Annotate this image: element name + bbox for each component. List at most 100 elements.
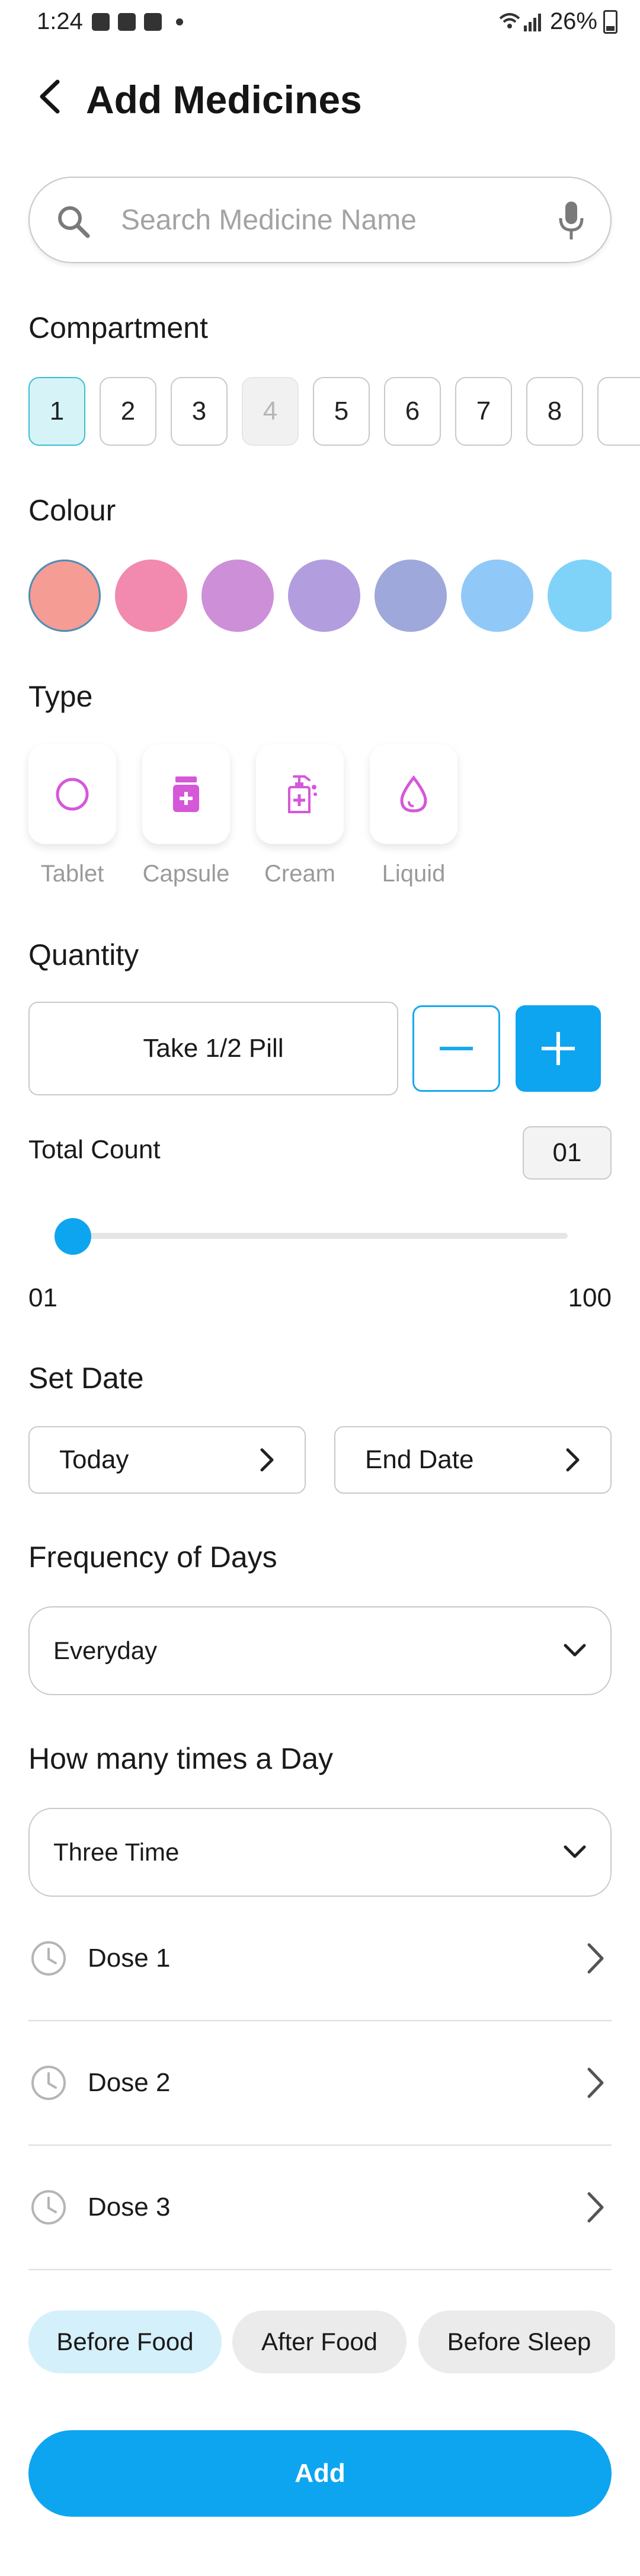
dose-row-1[interactable]: Dose 1 xyxy=(28,1897,612,2021)
total-count-slider-track[interactable] xyxy=(71,1233,568,1239)
compartment-5[interactable]: 5 xyxy=(313,377,370,446)
compartment-3[interactable]: 3 xyxy=(171,377,228,446)
food-timing-selector: Before Food After Food Before Sleep xyxy=(28,2310,615,2376)
start-date-label: Today xyxy=(59,1445,129,1474)
quantity-field[interactable]: Take 1/2 Pill xyxy=(28,1002,398,1095)
colour-swatch-2[interactable] xyxy=(115,560,187,632)
more-notifications-icon xyxy=(176,18,183,25)
chevron-down-icon xyxy=(564,1845,586,1858)
chevron-right-icon xyxy=(260,1448,274,1472)
frequency-dropdown[interactable]: Everyday xyxy=(28,1606,612,1695)
compartment-9[interactable] xyxy=(597,377,640,446)
status-bar: 1:24 26% xyxy=(0,0,640,49)
back-arrow-icon xyxy=(40,79,60,114)
clock-icon xyxy=(31,1941,66,1976)
chevron-right-icon xyxy=(587,1943,604,1974)
compartment-1[interactable]: 1 xyxy=(28,377,85,446)
search-input[interactable] xyxy=(121,199,559,241)
type-label: Type xyxy=(28,680,93,713)
type-cream[interactable]: Cream xyxy=(256,744,344,887)
type-cream-label: Cream xyxy=(264,861,336,887)
search-bar[interactable] xyxy=(28,177,612,263)
frequency-label: Frequency of Days xyxy=(28,1541,277,1574)
type-tablet[interactable]: Tablet xyxy=(28,744,116,887)
type-selector: Tablet Capsule Cream Liquid xyxy=(28,744,621,893)
slider-max-label: 100 xyxy=(568,1283,612,1312)
notification-icons xyxy=(92,13,183,31)
battery-icon xyxy=(603,9,617,34)
total-count-value[interactable]: 01 xyxy=(523,1126,612,1180)
chip-before-food[interactable]: Before Food xyxy=(28,2310,222,2373)
medicine-bottle-icon xyxy=(173,776,199,812)
total-count-slider-thumb[interactable] xyxy=(55,1218,91,1255)
colour-swatch-6[interactable] xyxy=(461,560,533,632)
clock-icon xyxy=(31,2190,66,2225)
times-per-day-dropdown[interactable]: Three Time xyxy=(28,1808,612,1897)
type-capsule-card[interactable] xyxy=(142,744,230,844)
slider-min-label: 01 xyxy=(28,1283,57,1312)
dose-row-2[interactable]: Dose 2 xyxy=(28,2021,612,2146)
compartment-7[interactable]: 7 xyxy=(455,377,512,446)
chevron-right-icon xyxy=(587,2192,604,2223)
compartment-4: 4 xyxy=(242,377,299,446)
clock-icon xyxy=(31,2066,66,2100)
colour-swatch-3[interactable] xyxy=(201,560,274,632)
dose-label: Dose 3 xyxy=(88,2193,171,2222)
page-title: Add Medicines xyxy=(86,78,362,122)
quantity-label: Quantity xyxy=(28,938,139,971)
type-capsule-label: Capsule xyxy=(142,861,230,887)
chevron-right-icon xyxy=(566,1448,580,1472)
times-per-day-label: How many times a Day xyxy=(28,1742,334,1775)
times-per-day-value: Three Time xyxy=(53,1838,180,1866)
compartment-2[interactable]: 2 xyxy=(100,377,156,446)
task-notification-icon xyxy=(144,13,162,31)
colour-label: Colour xyxy=(28,494,116,527)
type-tablet-card[interactable] xyxy=(28,744,116,844)
quantity-increment-button[interactable] xyxy=(516,1005,601,1092)
compartment-selector: 1 2 3 4 5 6 7 8 xyxy=(28,377,640,447)
type-liquid-card[interactable] xyxy=(370,744,457,844)
gallery-notification-icon xyxy=(92,13,110,31)
total-count-label: Total Count xyxy=(28,1135,161,1164)
colour-swatch-1[interactable] xyxy=(28,560,101,632)
add-button[interactable]: Add xyxy=(28,2430,612,2517)
search-icon xyxy=(58,206,90,238)
type-tablet-label: Tablet xyxy=(40,861,104,887)
frequency-value: Everyday xyxy=(53,1637,158,1664)
colour-swatch-5[interactable] xyxy=(375,560,447,632)
dose-label: Dose 1 xyxy=(88,1944,171,1973)
compartment-8[interactable]: 8 xyxy=(526,377,583,446)
type-liquid[interactable]: Liquid xyxy=(370,744,457,887)
set-date-label: Set Date xyxy=(28,1361,144,1395)
back-button[interactable] xyxy=(31,78,68,115)
minus-icon xyxy=(440,1047,473,1050)
wifi-signal-icon xyxy=(499,12,541,31)
end-date-button[interactable]: End Date xyxy=(334,1426,612,1494)
status-right: 26% xyxy=(498,8,617,35)
microphone-icon[interactable] xyxy=(558,200,584,242)
chip-after-food[interactable]: After Food xyxy=(232,2310,407,2373)
chevron-right-icon xyxy=(587,2067,604,2098)
type-capsule[interactable]: Capsule xyxy=(142,744,230,887)
plus-icon xyxy=(542,1032,575,1065)
colour-swatch-4[interactable] xyxy=(288,560,360,632)
colour-selector xyxy=(28,560,612,633)
dose-row-3[interactable]: Dose 3 xyxy=(28,2146,612,2270)
status-time: 1:24 xyxy=(37,8,83,34)
circle-outline-icon xyxy=(56,778,89,811)
chip-before-sleep[interactable]: Before Sleep xyxy=(418,2310,615,2373)
dispenser-bottle-icon xyxy=(288,775,317,813)
drop-icon xyxy=(400,775,427,813)
type-cream-card[interactable] xyxy=(256,744,344,844)
chevron-down-icon xyxy=(564,1644,586,1657)
end-date-label: End Date xyxy=(365,1445,474,1474)
compartment-6[interactable]: 6 xyxy=(384,377,441,446)
start-date-button[interactable]: Today xyxy=(28,1426,306,1494)
check-notification-icon xyxy=(118,13,136,31)
compartment-label: Compartment xyxy=(28,311,208,344)
colour-swatch-7[interactable] xyxy=(548,560,612,632)
type-liquid-label: Liquid xyxy=(382,861,446,887)
battery-percentage: 26% xyxy=(549,8,597,34)
header: Add Medicines xyxy=(0,65,640,130)
quantity-decrement-button[interactable] xyxy=(412,1005,500,1092)
